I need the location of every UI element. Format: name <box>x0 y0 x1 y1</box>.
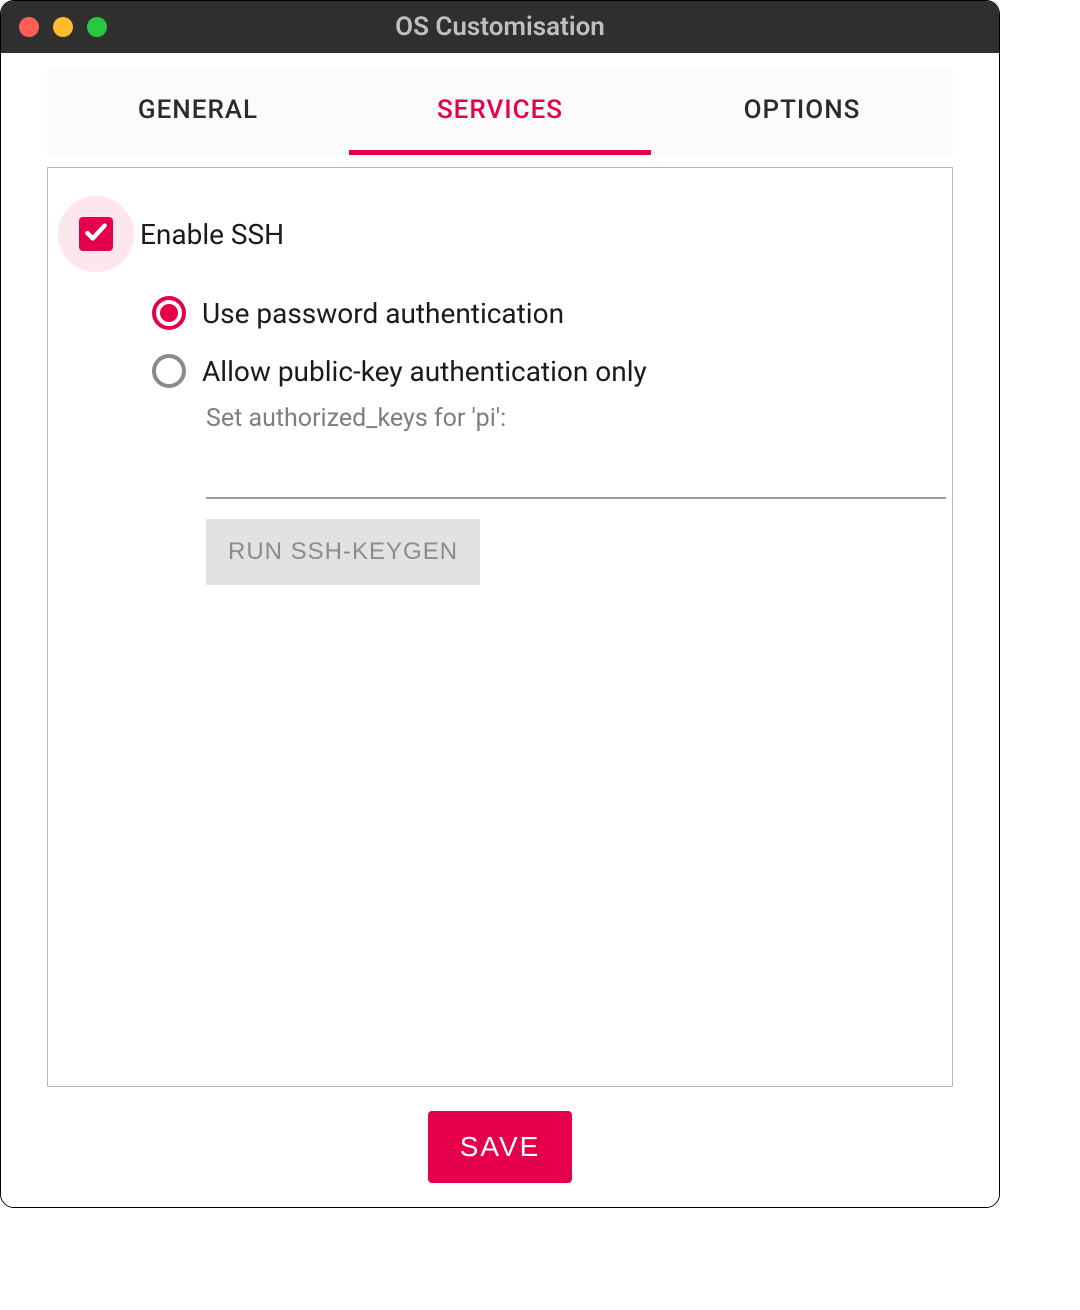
ssh-auth-radio-group: Use password authentication Allow public… <box>152 296 924 388</box>
enable-ssh-checkbox[interactable] <box>79 217 113 251</box>
checkbox-halo <box>58 196 134 272</box>
enable-ssh-label: Enable SSH <box>140 218 284 251</box>
footer: SAVE <box>47 1087 953 1183</box>
run-ssh-keygen-button[interactable]: RUN SSH-KEYGEN <box>206 519 480 585</box>
check-icon <box>83 219 109 249</box>
traffic-lights <box>19 17 107 37</box>
maximize-window-button[interactable] <box>87 17 107 37</box>
password-auth-label: Use password authentication <box>202 297 564 330</box>
authorized-keys-input[interactable] <box>206 459 946 499</box>
radio-row-password: Use password authentication <box>152 296 924 330</box>
minimize-window-button[interactable] <box>53 17 73 37</box>
tab-services[interactable]: SERVICES <box>349 69 651 155</box>
save-button[interactable]: SAVE <box>428 1111 573 1183</box>
enable-ssh-row: Enable SSH <box>76 196 924 272</box>
os-customisation-window: OS Customisation GENERAL SERVICES OPTION… <box>0 0 1000 1208</box>
pubkey-auth-label: Allow public-key authentication only <box>202 355 647 388</box>
content-area: GENERAL SERVICES OPTIONS Enable SSH <box>1 53 999 1207</box>
tab-general[interactable]: GENERAL <box>47 69 349 155</box>
authorized-keys-hint: Set authorized_keys for 'pi': <box>206 404 924 433</box>
password-auth-radio[interactable] <box>152 296 186 330</box>
radio-dot-icon <box>160 304 178 322</box>
window-title: OS Customisation <box>1 12 999 42</box>
tabs: GENERAL SERVICES OPTIONS <box>47 69 953 155</box>
radio-row-pubkey: Allow public-key authentication only <box>152 354 924 388</box>
close-window-button[interactable] <box>19 17 39 37</box>
pubkey-auth-radio[interactable] <box>152 354 186 388</box>
titlebar: OS Customisation <box>1 1 999 53</box>
services-panel: Enable SSH Use password authentication A… <box>47 167 953 1087</box>
tab-options[interactable]: OPTIONS <box>651 69 953 155</box>
